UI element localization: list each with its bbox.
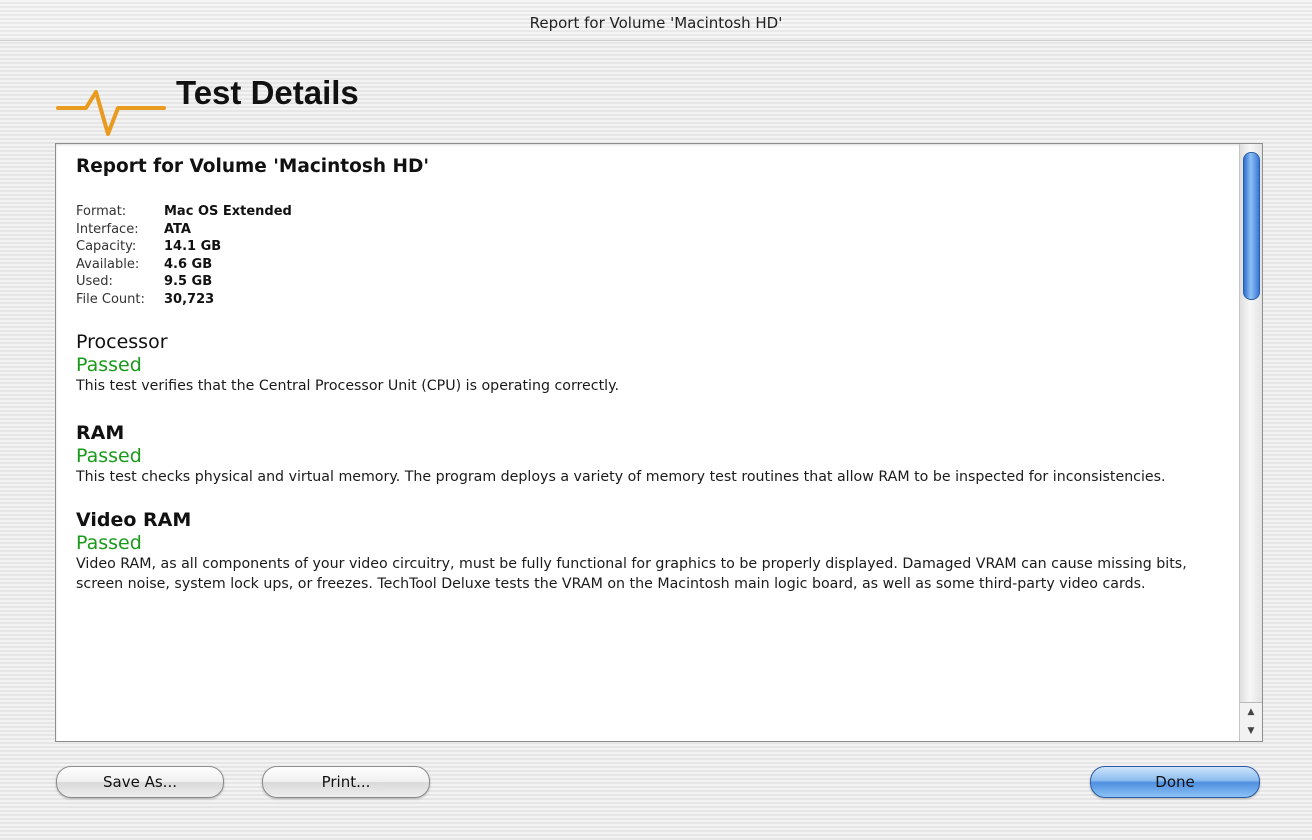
- info-row: Used: 9.5 GB: [76, 273, 292, 291]
- info-label: Used:: [76, 274, 113, 289]
- print-button[interactable]: Print...: [262, 766, 430, 798]
- section-title: Processor: [76, 331, 168, 353]
- window-titlebar[interactable]: Report for Volume 'Macintosh HD': [0, 0, 1312, 41]
- info-value: 30,723: [164, 291, 215, 307]
- test-section-ram: RAM Passed This test checks physical and…: [76, 421, 1218, 487]
- save-as-button[interactable]: Save As...: [56, 766, 224, 798]
- info-label: Format:: [76, 204, 127, 219]
- section-title: RAM: [76, 422, 125, 444]
- report-panel[interactable]: Report for Volume 'Macintosh HD' Format:…: [55, 143, 1263, 742]
- report-content: Report for Volume 'Macintosh HD' Format:…: [76, 156, 1218, 594]
- scroll-up-arrow-icon[interactable]: ▲: [1240, 703, 1262, 722]
- info-row: Available: 4.6 GB: [76, 256, 292, 274]
- section-title: Video RAM: [76, 509, 192, 531]
- test-section-video-ram: Video RAM Passed Video RAM, as all compo…: [76, 508, 1218, 594]
- info-value: 14.1 GB: [164, 239, 222, 254]
- scrollbar-thumb[interactable]: [1243, 152, 1260, 300]
- info-value: Mac OS Extended: [164, 204, 292, 219]
- info-label: File Count:: [76, 291, 145, 307]
- section-description: Video RAM, as all components of your vid…: [76, 556, 1187, 592]
- info-value: 9.5 GB: [164, 274, 213, 289]
- scroll-down-arrow-icon[interactable]: ▼: [1240, 722, 1262, 741]
- info-row: File Count: 30,723: [76, 291, 292, 309]
- pulse-wave-icon: [56, 90, 166, 136]
- scroll-arrows: ▲ ▼: [1240, 702, 1262, 741]
- info-label: Available:: [76, 256, 140, 272]
- status-passed: Passed: [76, 445, 142, 467]
- vertical-scrollbar[interactable]: ▲ ▼: [1239, 144, 1262, 741]
- status-passed: Passed: [76, 532, 142, 554]
- section-description: This test checks physical and virtual me…: [76, 469, 1166, 485]
- volume-info-table: Format: Mac OS Extended Interface: ATA Cap…: [76, 203, 292, 308]
- info-label: Capacity:: [76, 239, 137, 254]
- page-title: Test Details: [176, 74, 359, 111]
- section-description: This test verifies that the Central Proc…: [76, 378, 619, 394]
- test-section-processor: Processor Passed This test verifies that…: [76, 330, 1218, 396]
- window-title: Report for Volume 'Macintosh HD': [529, 14, 783, 32]
- info-value: ATA: [164, 221, 191, 237]
- info-label: Interface:: [76, 221, 139, 237]
- info-value: 4.6 GB: [164, 256, 213, 272]
- status-passed: Passed: [76, 354, 142, 376]
- report-heading: Report for Volume 'Macintosh HD': [76, 156, 429, 177]
- info-row: Format: Mac OS Extended: [76, 203, 292, 221]
- info-row: Interface: ATA: [76, 221, 292, 239]
- info-row: Capacity: 14.1 GB: [76, 238, 292, 256]
- done-button[interactable]: Done: [1090, 766, 1260, 798]
